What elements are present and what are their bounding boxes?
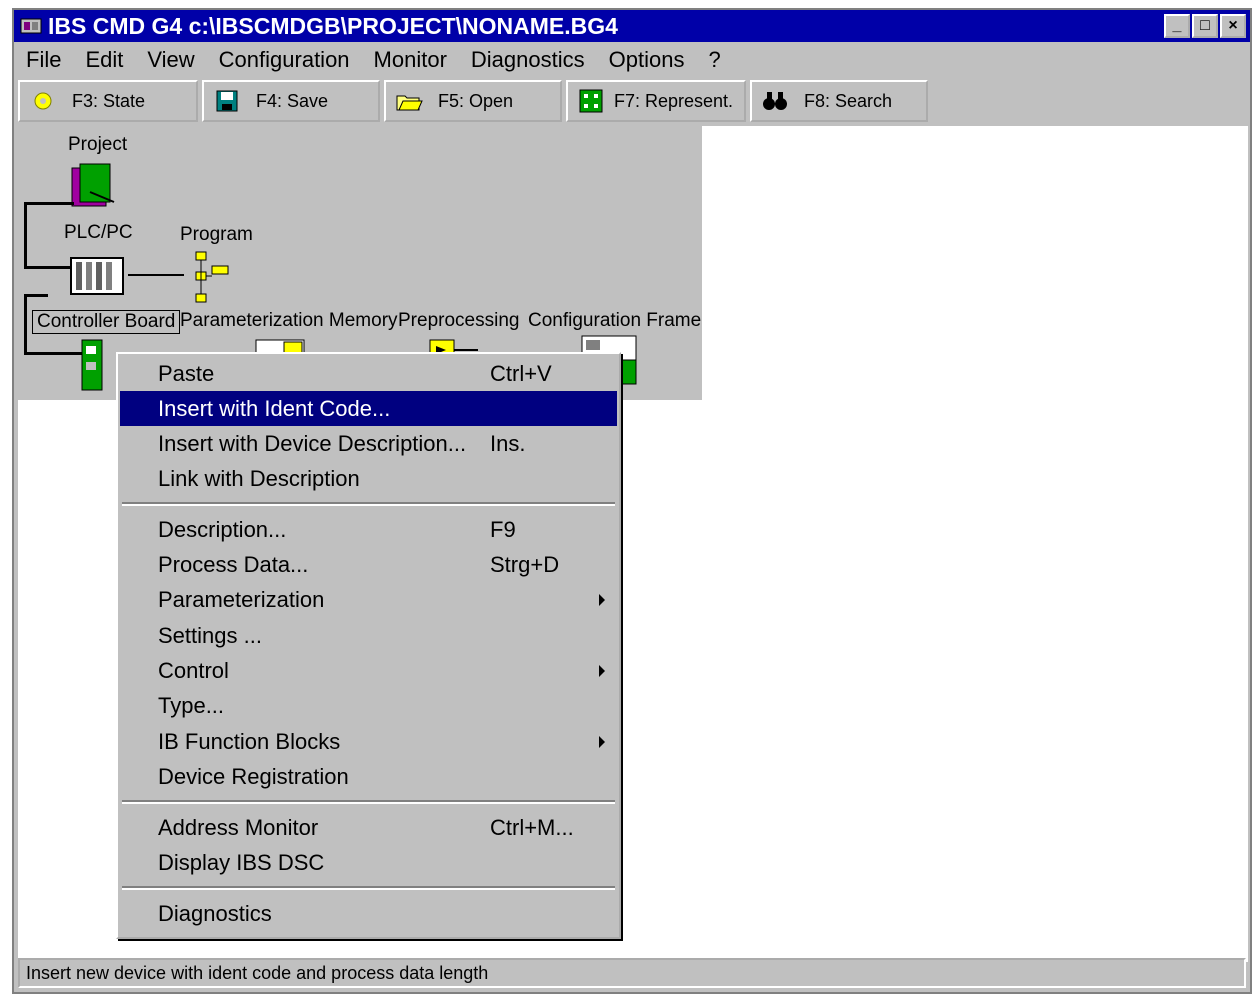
menu-item-ib-function-blocks[interactable]: IB Function Blocks [120,724,617,759]
menu-separator [122,502,615,506]
plc-label: PLC/PC [64,222,133,243]
menu-separator [122,800,615,804]
minimize-button[interactable]: _ [1164,14,1190,38]
close-icon: × [1228,17,1238,34]
represent-icon [576,88,606,114]
menu-item-process-data[interactable]: Process Data... Strg+D [120,547,617,582]
menu-item-display-ibs-dsc[interactable]: Display IBS DSC [120,845,617,880]
menu-item-paste[interactable]: Paste Ctrl+V [120,356,617,391]
menu-item-shortcut: F9 [490,516,516,542]
menu-file[interactable]: File [26,47,61,73]
save-icon [212,88,242,114]
tree-line [128,274,184,276]
menu-item-label: Parameterization [158,586,325,612]
window-title: IBS CMD G4 c:\IBSCMDGB\PROJECT\NONAME.BG… [48,12,618,39]
menu-item-shortcut: Ctrl+M... [490,814,574,840]
menu-item-label: Control [158,657,229,683]
menu-item-device-registration[interactable]: Device Registration [120,759,617,794]
tree-line [24,294,48,297]
project-label: Project [68,134,128,155]
minimize-icon: _ [1172,17,1182,34]
menu-item-label: Insert with Ident Code... [158,395,391,421]
menu-item-insert-device-description[interactable]: Insert with Device Description... Ins. [120,426,617,461]
menu-item-label: Settings ... [158,622,262,648]
menu-item-address-monitor[interactable]: Address Monitor Ctrl+M... [120,810,617,845]
toolbar: F3: State F4: Save F5: Open F7: Represen… [18,80,932,124]
status-bar: Insert new device with ident code and pr… [18,958,1246,988]
preprocessing-label: Preprocessing [398,310,520,331]
controller-board-label[interactable]: Controller Board [32,310,181,334]
menu-item-link-description[interactable]: Link with Description [120,461,617,496]
menu-item-diagnostics[interactable]: Diagnostics [120,896,617,931]
tree-line [24,202,74,205]
menu-item-parameterization[interactable]: Parameterization [120,582,617,617]
program-label: Program [180,224,253,245]
context-menu: Paste Ctrl+V Insert with Ident Code... I… [116,352,621,939]
menu-item-label: Device Registration [158,763,349,789]
menu-item-label: Type... [158,692,225,718]
param-memory-label: Parameterization Memory [180,310,398,331]
save-label: F4: Save [256,90,329,111]
tree-line [24,266,70,269]
app-icon[interactable] [20,16,42,36]
project-icon[interactable] [70,162,120,217]
plc-icon[interactable] [70,254,126,301]
menu-item-label: Description... [158,516,287,542]
menu-monitor[interactable]: Monitor [374,47,447,73]
menu-item-label: Diagnostics [158,900,272,926]
menu-edit[interactable]: Edit [85,47,123,73]
menu-item-shortcut: Ins. [490,430,526,456]
state-label: F3: State [72,90,146,111]
menu-item-shortcut: Strg+D [490,551,560,577]
state-icon [28,88,58,114]
menu-item-label: Link with Description [158,465,360,491]
controller-board-icon[interactable] [80,338,106,399]
maximize-icon: □ [1200,17,1210,34]
menu-bar: File Edit View Configuration Monitor Dia… [14,42,1250,78]
tree-line [24,294,27,352]
menu-item-label: Process Data... [158,551,309,577]
menu-item-label: Display IBS DSC [158,849,325,875]
submenu-arrow-icon [599,664,605,677]
represent-label: F7: Represent. [614,90,734,111]
search-label: F8: Search [804,90,893,111]
state-button[interactable]: F3: State [18,80,198,122]
menu-item-settings[interactable]: Settings ... [120,618,617,653]
submenu-arrow-icon [599,593,605,606]
status-text: Insert new device with ident code and pr… [26,962,489,983]
menu-help[interactable]: ? [708,47,720,73]
open-label: F5: Open [438,90,514,111]
menu-view[interactable]: View [147,47,194,73]
menu-item-description[interactable]: Description... F9 [120,512,617,547]
menu-diagnostics[interactable]: Diagnostics [471,47,585,73]
menu-item-label: Paste [158,360,215,386]
maximize-button[interactable]: □ [1192,14,1218,38]
menu-separator [122,886,615,890]
menu-item-type[interactable]: Type... [120,688,617,723]
menu-item-insert-ident-code[interactable]: Insert with Ident Code... [120,391,617,426]
menu-configuration[interactable]: Configuration [219,47,350,73]
open-button[interactable]: F5: Open [384,80,562,122]
save-button[interactable]: F4: Save [202,80,380,122]
tree-line [24,202,27,268]
tree-line [24,352,84,355]
menu-item-label: Address Monitor [158,814,319,840]
program-icon[interactable] [192,250,236,311]
represent-button[interactable]: F7: Represent. [566,80,746,122]
menu-item-label: IB Function Blocks [158,728,341,754]
config-frame-label: Configuration Frame [528,310,702,331]
open-icon [394,88,424,114]
menu-item-label: Insert with Device Description... [158,430,467,456]
submenu-arrow-icon [599,735,605,748]
close-button[interactable]: × [1220,14,1246,38]
menu-options[interactable]: Options [609,47,685,73]
menu-item-shortcut: Ctrl+V [490,360,552,386]
menu-item-control[interactable]: Control [120,653,617,688]
search-button[interactable]: F8: Search [750,80,928,122]
search-icon [760,88,790,114]
title-bar[interactable]: IBS CMD G4 c:\IBSCMDGB\PROJECT\NONAME.BG… [14,10,1250,42]
